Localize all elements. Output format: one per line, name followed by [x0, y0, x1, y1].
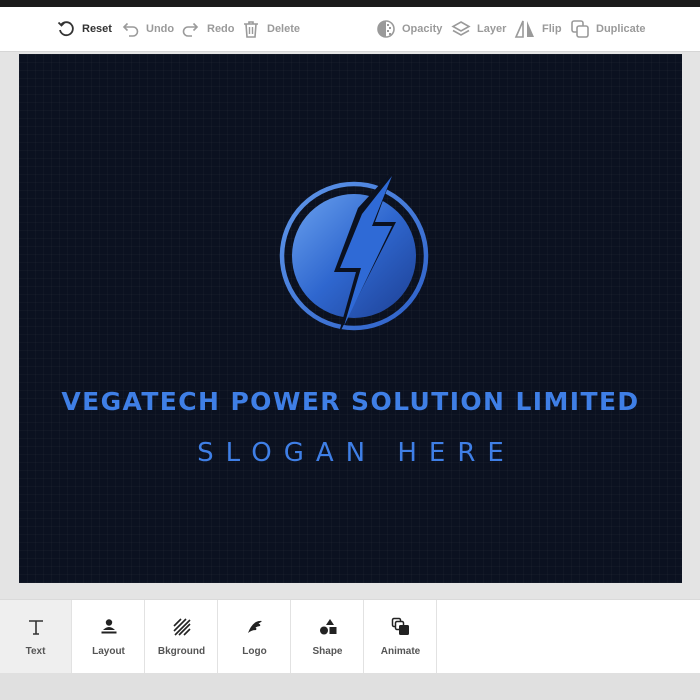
bottom-tab-bar: Text Layout Bkground Logo Shape Animate [0, 599, 700, 674]
undo-label: Undo [146, 23, 175, 35]
opacity-label: Opacity [402, 23, 443, 35]
undo-icon [120, 19, 140, 39]
design-canvas[interactable]: VEGATECH POWER SOLUTION LIMITED SLOGAN H… [19, 54, 682, 583]
animate-icon [391, 616, 411, 638]
layers-icon [451, 19, 471, 39]
opacity-icon [376, 19, 396, 39]
trash-icon [241, 19, 261, 39]
flip-label: Flip [542, 23, 562, 35]
company-name-text[interactable]: VEGATECH POWER SOLUTION LIMITED [19, 387, 682, 416]
background-icon [172, 616, 191, 638]
redo-icon [181, 19, 201, 39]
duplicate-button[interactable]: Duplicate [570, 7, 646, 51]
reset-label: Reset [82, 23, 112, 35]
tab-label: Layout [92, 646, 125, 657]
layer-button[interactable]: Layer [451, 7, 506, 51]
flip-icon [514, 19, 536, 39]
layout-icon [100, 616, 118, 638]
tab-logo[interactable]: Logo [219, 600, 291, 674]
text-icon [27, 616, 45, 638]
slogan-text[interactable]: SLOGAN HERE [19, 438, 682, 468]
tab-animate[interactable]: Animate [365, 600, 437, 674]
redo-label: Redo [207, 23, 235, 35]
tab-shape[interactable]: Shape [292, 600, 364, 674]
duplicate-icon [570, 19, 590, 39]
reset-button[interactable]: Reset [56, 7, 112, 51]
delete-button[interactable]: Delete [241, 7, 300, 51]
tab-background[interactable]: Bkground [146, 600, 218, 674]
delete-label: Delete [267, 23, 301, 35]
tab-label: Shape [312, 646, 343, 657]
logo-icon [246, 616, 264, 638]
duplicate-label: Duplicate [596, 23, 646, 35]
layer-label: Layer [477, 23, 507, 35]
opacity-button[interactable]: Opacity [376, 7, 442, 51]
tab-label: Animate [380, 646, 421, 657]
lightning-bolt-logo[interactable] [274, 166, 434, 346]
undo-button[interactable]: Undo [120, 7, 174, 51]
reset-icon [56, 19, 76, 39]
flip-button[interactable]: Flip [514, 7, 562, 51]
window-top-strip [0, 0, 700, 7]
tab-layout[interactable]: Layout [73, 600, 145, 674]
tab-label: Text [25, 646, 46, 657]
shape-icon [319, 616, 337, 638]
redo-button[interactable]: Redo [181, 7, 235, 51]
tab-text[interactable]: Text [0, 600, 72, 674]
tab-label: Bkground [157, 646, 206, 657]
editor-toolbar: Reset Undo Redo Delete Opacity Layer Fli… [0, 7, 700, 52]
bottom-strip [0, 673, 700, 700]
tab-label: Logo [242, 646, 267, 657]
